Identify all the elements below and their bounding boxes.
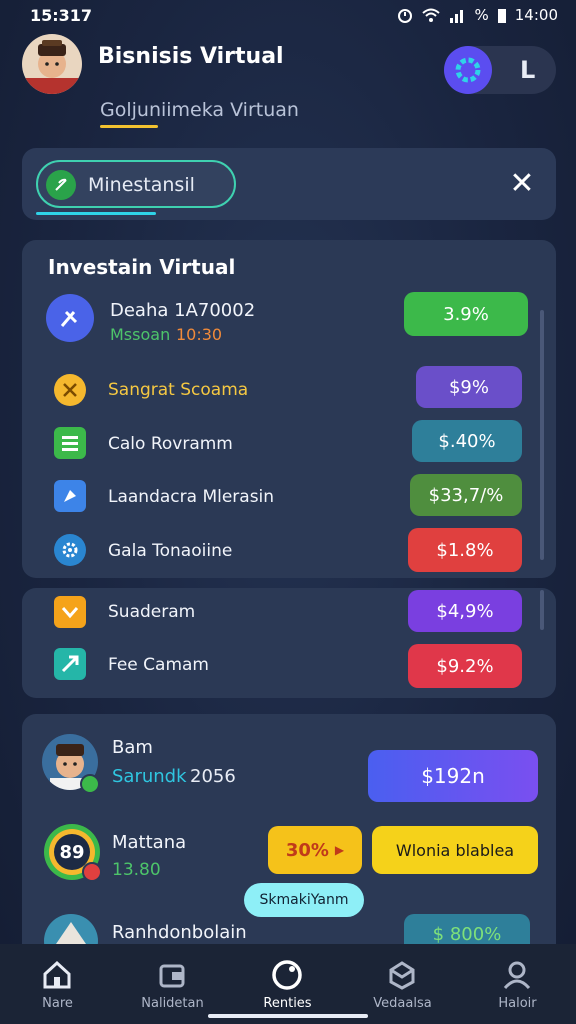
search-input[interactable]: Minestansil xyxy=(36,160,236,208)
home-indicator[interactable] xyxy=(208,1014,368,1018)
search-value: Minestansil xyxy=(88,174,195,196)
nav-item-wallet[interactable]: Nalidetan xyxy=(115,944,230,1024)
item-label-3: Laandacra Mlerasin xyxy=(108,487,275,507)
invest-scrollbar[interactable] xyxy=(540,310,544,560)
bottom-nav: Nare Nalidetan Renties Vedaalsa Haloir xyxy=(0,944,576,1024)
featured-sub-value: 10:30 xyxy=(176,325,223,344)
bottom-item-1-sub-value: 2056 xyxy=(190,766,236,787)
badge-dot-1 xyxy=(80,774,100,794)
user-icon xyxy=(498,956,536,994)
profile-avatar[interactable] xyxy=(22,34,82,94)
gear-icon xyxy=(54,534,86,566)
list-icon xyxy=(54,427,86,459)
bottom-item-1-sub-label: Sarundk xyxy=(112,766,187,787)
bottom-item-2-pct-button[interactable]: 30% ▶ xyxy=(268,826,362,874)
item-pill-5[interactable]: $4,9% xyxy=(408,590,522,632)
close-icon[interactable]: ✕ xyxy=(506,168,538,200)
toggle-label: L xyxy=(520,56,536,84)
pct-button-label: 30% xyxy=(285,839,329,861)
nav-label-wallet: Nalidetan xyxy=(141,996,204,1011)
item-label-2: Calo Rovramm xyxy=(108,434,233,454)
item-label-1: Sangrat Scoama xyxy=(108,380,249,400)
featured-badge[interactable]: 3.9% xyxy=(404,292,528,336)
settings-icon[interactable] xyxy=(444,46,492,94)
circle-icon xyxy=(268,956,306,994)
nav-label-box: Vedaalsa xyxy=(373,996,432,1011)
bottom-item-1-button[interactable]: $192n xyxy=(368,750,538,802)
item-pill-2[interactable]: $.40% xyxy=(412,420,522,462)
invest-card-title: Investain Virtual xyxy=(48,255,236,279)
nav-item-home[interactable]: Nare xyxy=(0,944,115,1024)
status-clock-right: 14:00 xyxy=(514,6,558,24)
battery-percent: % xyxy=(474,6,489,24)
bottom-item-2-sub: 13.80 xyxy=(112,860,161,880)
nav-item-box[interactable]: Vedaalsa xyxy=(345,944,460,1024)
invest-scrollbar-lower[interactable] xyxy=(540,590,544,630)
app-subtitle: Goljuniimeka Virtuan xyxy=(100,99,299,121)
bottom-item-1-title: Bam xyxy=(112,737,153,758)
bottom-item-2-action-button[interactable]: Wlonia blablea xyxy=(372,826,538,874)
item-pill-3[interactable]: $33,7/% xyxy=(410,474,522,516)
play-icon: ▶ xyxy=(334,843,345,857)
search-underline xyxy=(36,212,156,215)
bottom-item-3-title: Ranhdonbolain xyxy=(112,922,247,943)
nav-label-profile: Haloir xyxy=(498,996,537,1011)
battery-icon xyxy=(497,7,507,23)
coin-icon xyxy=(54,374,86,406)
rocket-icon xyxy=(54,480,86,512)
status-icons: % 14:00 xyxy=(397,6,558,24)
item-pill-6[interactable]: $9.2% xyxy=(408,644,522,688)
app-title: Bisnisis Virtual xyxy=(98,44,284,69)
tooltip: SkmakiYanm xyxy=(244,883,364,917)
alarm-icon xyxy=(397,7,413,23)
status-bar: 15:317 % 14:00 xyxy=(0,0,576,32)
signal-icon xyxy=(449,7,467,23)
featured-icon xyxy=(46,294,94,342)
home-icon xyxy=(38,956,76,994)
item-label-4: Gala Tonaoiine xyxy=(108,541,233,561)
search-leaf-icon xyxy=(46,170,76,200)
theme-toggle[interactable]: L xyxy=(444,46,556,94)
wallet-icon xyxy=(153,956,191,994)
badge-dot-2 xyxy=(82,862,102,882)
bottom-item-2-title: Mattana xyxy=(112,832,187,853)
check-icon xyxy=(54,596,86,628)
arrow-icon xyxy=(54,648,86,680)
item-label-6: Fee Camam xyxy=(108,655,209,675)
item-pill-4[interactable]: $1.8% xyxy=(408,528,522,572)
nav-item-profile[interactable]: Haloir xyxy=(460,944,575,1024)
featured-sub-label: Mssoan xyxy=(110,325,171,344)
wifi-icon xyxy=(421,7,441,23)
box-icon xyxy=(383,956,421,994)
item-label-5: Suaderam xyxy=(108,602,196,622)
status-time: 15:317 xyxy=(30,6,93,25)
nav-label-center: Renties xyxy=(263,996,312,1011)
featured-name: Deaha 1A70002 xyxy=(110,300,256,321)
subtitle-underline xyxy=(100,125,158,128)
nav-item-center[interactable]: Renties xyxy=(230,944,345,1024)
item-pill-1[interactable]: $9% xyxy=(416,366,522,408)
nav-label-home: Nare xyxy=(42,996,73,1011)
